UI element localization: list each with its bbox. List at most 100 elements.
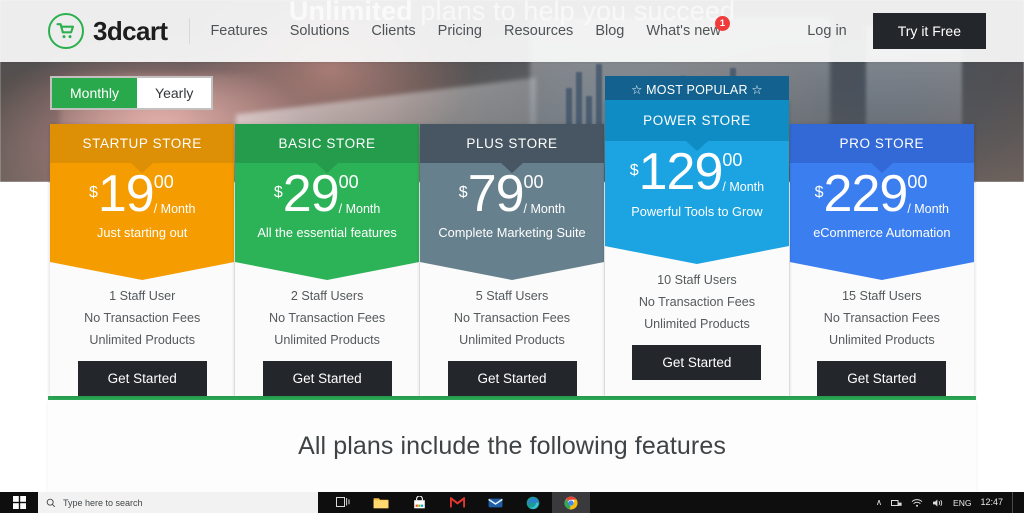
all-plans-features-section: All plans include the following features (48, 400, 976, 492)
network-icon (891, 499, 902, 506)
tray-language[interactable]: ENG (953, 498, 971, 508)
plan-price: $ 229 00 / Month (815, 164, 949, 223)
system-tray: ∧ ENG 12:47 (876, 492, 1024, 513)
plan-feature: Unlimited Products (459, 333, 565, 347)
show-desktop-button[interactable] (1012, 492, 1018, 513)
task-view-icon[interactable] (324, 492, 362, 513)
get-started-button[interactable]: Get Started (817, 361, 947, 396)
nav-link-whats-new-label: What's new (646, 23, 721, 39)
plan-name: POWER STORE (643, 113, 751, 128)
plan-price-block: $ 129 00 / Month Powerful Tools to Grow (604, 141, 790, 246)
plan-feature: 1 Staff User (109, 289, 176, 303)
browser-page: Unlimited plans to help you succeed 3dca… (0, 0, 1024, 492)
plan-feature: 2 Staff Users (290, 289, 364, 303)
navbar-links: Features Solutions Clients Pricing Resou… (210, 16, 730, 39)
nav-link-pricing[interactable]: Pricing (438, 23, 482, 39)
nav-link-whats-new[interactable]: What's new 1 (646, 16, 730, 39)
pricing-card: STARTUP STORE $ 19 00 / Month Just start… (50, 124, 235, 396)
plan-price: $ 129 00 / Month (629, 146, 765, 198)
pricing-card: ☆ MOST POPULAR ☆ POWER STORE $ 129 00 / … (604, 76, 790, 396)
plan-tagline: Just starting out (97, 225, 188, 241)
plan-cents: 00 (338, 171, 359, 192)
nav-link-solutions[interactable]: Solutions (290, 23, 350, 39)
file-explorer-icon[interactable] (362, 492, 400, 513)
plan-period: / Month (153, 201, 196, 216)
plan-tagline: Complete Marketing Suite (438, 225, 586, 241)
plan-cents: 00 (523, 171, 544, 192)
taskbar-search-placeholder: Type here to search (63, 497, 143, 508)
plan-period: / Month (722, 180, 765, 194)
plan-details: 5 Staff Users No Transaction Fees Unlimi… (419, 262, 605, 396)
windows-start-icon[interactable] (0, 492, 38, 513)
get-started-button[interactable]: Get Started (447, 361, 577, 396)
plan-feature: 10 Staff Users (657, 273, 737, 287)
plan-price-block: $ 29 00 / Month All the essential featur… (234, 162, 420, 262)
nav-link-features[interactable]: Features (210, 23, 267, 39)
plan-period: / Month (523, 201, 566, 216)
plan-period: / Month (907, 201, 949, 216)
tray-chevron-icon[interactable]: ∧ (876, 497, 882, 508)
plan-feature: No Transaction Fees (638, 295, 756, 309)
try-it-free-button[interactable]: Try it Free (872, 13, 986, 49)
plan-details: 1 Staff User No Transaction Fees Unlimit… (50, 262, 235, 396)
plan-price-block: $ 79 00 / Month Complete Marketing Suite (419, 162, 605, 262)
plan-feature: No Transaction Fees (453, 311, 571, 325)
chrome-icon[interactable] (552, 492, 590, 513)
plan-feature: Unlimited Products (89, 333, 196, 347)
section-divider (48, 396, 976, 400)
plan-amount: 229 (823, 164, 909, 223)
page-margin-right (976, 182, 1024, 492)
plan-feature: No Transaction Fees (823, 311, 940, 325)
plan-amount: 29 (282, 164, 340, 223)
toggle-yearly[interactable]: Yearly (137, 78, 212, 108)
plan-currency: $ (88, 183, 98, 201)
microsoft-store-icon[interactable] (400, 492, 438, 513)
plan-cents: 00 (153, 171, 174, 192)
features-section-title: All plans include the following features (298, 432, 726, 460)
edge-icon[interactable] (514, 492, 552, 513)
login-link[interactable]: Log in (807, 23, 847, 39)
wifi-icon (911, 498, 923, 507)
pricing-card: BASIC STORE $ 29 00 / Month All the esse… (234, 124, 420, 396)
plan-feature: Unlimited Products (644, 317, 750, 331)
logo[interactable]: 3dcart (48, 13, 168, 49)
navbar-divider (189, 18, 191, 44)
plan-currency: $ (273, 183, 283, 201)
plan-price: $ 79 00 / Month (459, 168, 566, 220)
windows-taskbar: Type here to search ∧ ENG 12:47 (0, 492, 1024, 513)
pricing-card: PLUS STORE $ 79 00 / Month Complete Mark… (419, 124, 605, 396)
get-started-button[interactable]: Get Started (262, 361, 392, 396)
plan-cents: 00 (907, 171, 928, 192)
plan-name: STARTUP STORE (82, 135, 202, 151)
plan-feature: 15 Staff Users (842, 289, 922, 303)
taskbar-icons (324, 492, 590, 513)
plan-currency: $ (629, 162, 639, 179)
plan-tagline: All the essential features (257, 225, 397, 241)
taskbar-search-box[interactable]: Type here to search (38, 492, 318, 513)
tray-clock[interactable]: 12:47 (980, 497, 1003, 507)
plan-name: PRO STORE (839, 135, 925, 151)
notification-badge: 1 (714, 16, 730, 31)
get-started-button[interactable]: Get Started (632, 345, 762, 380)
nav-link-blog[interactable]: Blog (595, 23, 624, 39)
plan-name: BASIC STORE (278, 135, 376, 151)
plan-price-block: $ 229 00 / Month eCommerce Automation (789, 162, 975, 262)
plan-price-block: $ 19 00 / Month Just starting out (50, 162, 235, 262)
plan-feature: No Transaction Fees (269, 311, 386, 325)
mail-icon[interactable] (476, 492, 514, 513)
plan-feature: No Transaction Fees (84, 311, 201, 325)
pricing-cards: STARTUP STORE $ 19 00 / Month Just start… (50, 76, 975, 396)
site-navbar: 3dcart Features Solutions Clients Pricin… (0, 0, 1024, 62)
navbar-actions: Log in Try it Free (807, 13, 986, 49)
plan-name-header: PRO STORE (789, 124, 975, 163)
toggle-monthly[interactable]: Monthly (52, 78, 138, 108)
billing-period-toggle[interactable]: Monthly Yearly (50, 76, 214, 110)
nav-link-clients[interactable]: Clients (371, 23, 415, 39)
nav-link-resources[interactable]: Resources (504, 23, 573, 39)
plan-name: PLUS STORE (466, 135, 558, 151)
plan-feature: Unlimited Products (274, 333, 380, 347)
gmail-icon[interactable] (438, 492, 476, 513)
get-started-button[interactable]: Get Started (77, 361, 207, 396)
plan-details: 15 Staff Users No Transaction Fees Unlim… (789, 262, 975, 396)
pricing-card: PRO STORE $ 229 00 / Month eCommerce Aut… (789, 124, 975, 396)
